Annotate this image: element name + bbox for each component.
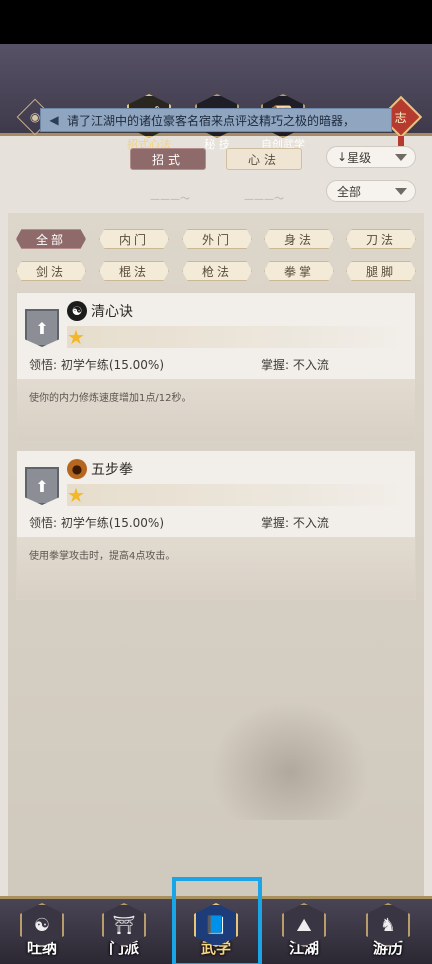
filter-sword[interactable]: 剑法: [16, 261, 86, 281]
mastery-label: 掌握:: [261, 516, 290, 530]
filter-dropdown-value: 全部: [337, 184, 362, 199]
chevron-down-icon: [395, 188, 407, 195]
star-icon: ★: [67, 325, 85, 349]
star-icon: ★: [67, 483, 85, 507]
selection-highlight: [172, 877, 262, 964]
filter-fist-palm[interactable]: 拳掌: [264, 261, 334, 281]
filter-all[interactable]: 全部: [16, 229, 86, 249]
divider-ornament: ———〜: [150, 194, 190, 205]
status-bar: [0, 0, 432, 44]
filter-legs[interactable]: 腿脚: [346, 261, 416, 281]
skill-card[interactable]: ⬆ ☯ 清心诀 ★ 领悟: 初学乍练(15.00%) 掌握: 不入流 使你的内力…: [16, 292, 416, 442]
sort-dropdown[interactable]: ↓ 星级: [326, 146, 416, 168]
skill-name: 五步拳: [91, 462, 133, 478]
ticker-text: 请了江湖中的诸位豪客名宿来点评这精巧之极的暗器，: [67, 113, 356, 128]
fist-icon: ●: [67, 459, 87, 479]
eye-icon: ◉: [29, 109, 41, 124]
chevron-down-icon: [395, 154, 407, 161]
background-figure-illustration: [210, 700, 370, 820]
filter-dropdown[interactable]: 全部: [326, 180, 416, 202]
mastery-value: 不入流: [292, 516, 329, 530]
comprehension-value: 初学乍练(15.00%): [60, 358, 164, 372]
filter-outer-school[interactable]: 外门: [182, 229, 252, 249]
mastery-value: 不入流: [292, 358, 329, 372]
skill-description: 使用拳掌攻击时，提高4点攻击。: [29, 551, 176, 562]
description-box: 使你的内力修炼速度增加1点/12秒。: [17, 379, 415, 441]
upgrade-arrow-icon[interactable]: ⬆: [25, 309, 59, 347]
mastery-row: 掌握: 不入流: [261, 514, 329, 531]
subtab-inner-methods[interactable]: 心法: [226, 148, 302, 170]
star-rating-bar: ★: [67, 326, 407, 348]
comprehension-row: 领悟: 初学乍练(15.00%): [29, 356, 164, 373]
skill-card[interactable]: ⬆ ● 五步拳 ★ 领悟: 初学乍练(15.00%) 掌握: 不入流 使用拳掌攻…: [16, 450, 416, 600]
comprehension-row: 领悟: 初学乍练(15.00%): [29, 514, 164, 531]
skill-name: 清心诀: [91, 304, 133, 320]
description-box: 使用拳掌攻击时，提高4点攻击。: [17, 537, 415, 599]
horn-icon: ◀: [49, 113, 59, 127]
mastery-row: 掌握: 不入流: [261, 356, 329, 373]
comprehension-label: 领悟:: [29, 516, 58, 530]
filter-movement[interactable]: 身法: [264, 229, 334, 249]
nav-breathing[interactable]: ☯ 吐纳: [10, 903, 74, 963]
filter-blade[interactable]: 刀法: [346, 229, 416, 249]
sort-arrow-icon: ↓: [337, 150, 348, 164]
filter-staff[interactable]: 棍法: [99, 261, 169, 281]
comprehension-label: 领悟:: [29, 358, 58, 372]
filter-spear[interactable]: 枪法: [182, 261, 252, 281]
nav-travel[interactable]: ♞ 游历: [356, 903, 420, 963]
comprehension-value: 初学乍练(15.00%): [60, 516, 164, 530]
filter-inner-school[interactable]: 内门: [99, 229, 169, 249]
star-rating-bar: ★: [67, 484, 407, 506]
knot-label: 志: [394, 110, 408, 125]
yin-yang-icon: ☯: [67, 301, 87, 321]
announcement-ticker: ◀ 请了江湖中的诸位豪客名宿来点评这精巧之极的暗器，: [40, 108, 392, 132]
divider-ornament: ———〜: [244, 194, 284, 205]
nav-sect[interactable]: ⛩ 门派: [92, 903, 156, 963]
nav-jianghu[interactable]: ⛰ 江湖: [272, 903, 336, 963]
sort-dropdown-value: 星级: [347, 150, 372, 165]
subtab-moves[interactable]: 招式: [130, 148, 206, 170]
upgrade-arrow-icon[interactable]: ⬆: [25, 467, 59, 505]
mastery-label: 掌握:: [261, 358, 290, 372]
skill-description: 使你的内力修炼速度增加1点/12秒。: [29, 393, 192, 404]
